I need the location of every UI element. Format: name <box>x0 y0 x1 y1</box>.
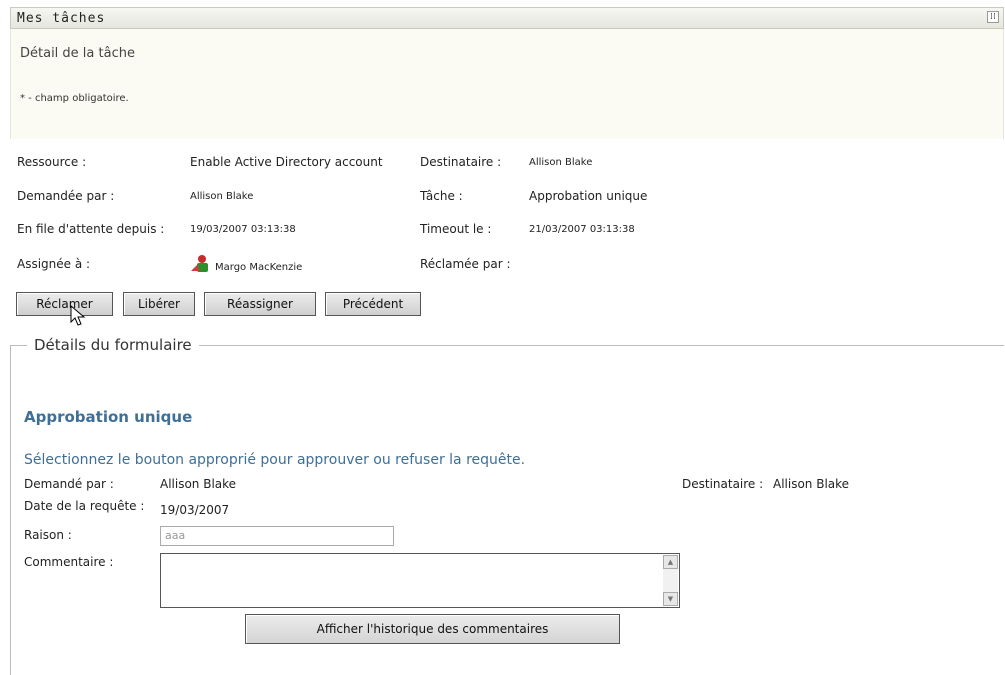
grid-icon[interactable]: ⁞⁞ <box>987 11 999 23</box>
required-field-note: * - champ obligatoire. <box>20 93 129 104</box>
claimed-by-label: Réclamée par : <box>420 257 511 271</box>
previous-button[interactable]: Précédent <box>325 292 421 316</box>
user-role-icon <box>190 254 214 274</box>
claim-button[interactable]: Réclamer <box>16 292 113 316</box>
form-details-legend: Détails du formulaire <box>27 336 199 354</box>
timeout-value: 21/03/2007 03:13:38 <box>529 224 635 235</box>
recipient-value: Allison Blake <box>529 157 593 168</box>
assigned-to-value: Margo MacKenzie <box>215 262 303 273</box>
request-date-label: Date de la requête : <box>24 499 145 513</box>
assigned-to-label: Assignée à : <box>17 257 91 271</box>
form-recipient-label: Destinataire : <box>682 477 764 491</box>
task-label: Tâche : <box>420 189 463 203</box>
form-title: Approbation unique <box>24 408 193 426</box>
recipient-label: Destinataire : <box>420 155 502 169</box>
scroll-up-icon[interactable]: ▲ <box>663 555 678 569</box>
resource-value: Enable Active Directory account <box>190 155 383 169</box>
scroll-down-icon[interactable]: ▼ <box>663 592 678 606</box>
mouse-cursor-icon <box>70 304 86 331</box>
request-date-value: 19/03/2007 <box>160 503 230 517</box>
detail-title: Détail de la tâche <box>20 46 135 61</box>
timeout-label: Timeout le : <box>420 222 492 236</box>
queued-since-label: En file d'attente depuis : <box>17 222 165 236</box>
form-instruction: Sélectionnez le bouton approprié pour ap… <box>24 452 526 468</box>
reason-label: Raison : <box>24 528 72 542</box>
show-comment-history-button[interactable]: Afficher l'historique des commentaires <box>245 614 620 644</box>
requested-by-label: Demandée par : <box>17 189 115 203</box>
comment-scrollbar[interactable]: ▲ ▼ <box>663 555 678 606</box>
reassign-button[interactable]: Réassigner <box>204 292 316 316</box>
task-detail-box: Détail de la tâche * - champ obligatoire… <box>10 29 1004 139</box>
form-requested-by-label: Demandé par : <box>24 477 114 491</box>
form-recipient-value: Allison Blake <box>773 477 850 491</box>
panel-header: Mes tâches ⁞⁞ <box>10 7 1004 29</box>
release-button[interactable]: Libérer <box>123 292 195 316</box>
panel-title: Mes tâches <box>17 11 106 26</box>
queued-since-value: 19/03/2007 03:13:38 <box>190 224 296 235</box>
requested-by-value: Allison Blake <box>190 191 254 202</box>
task-value: Approbation unique <box>529 189 648 203</box>
reason-input[interactable]: aaa <box>160 526 394 546</box>
form-requested-by-value: Allison Blake <box>160 477 237 491</box>
comment-label: Commentaire : <box>24 555 114 569</box>
resource-label: Ressource : <box>17 155 87 169</box>
comment-textarea[interactable]: ▲ ▼ <box>160 553 680 608</box>
